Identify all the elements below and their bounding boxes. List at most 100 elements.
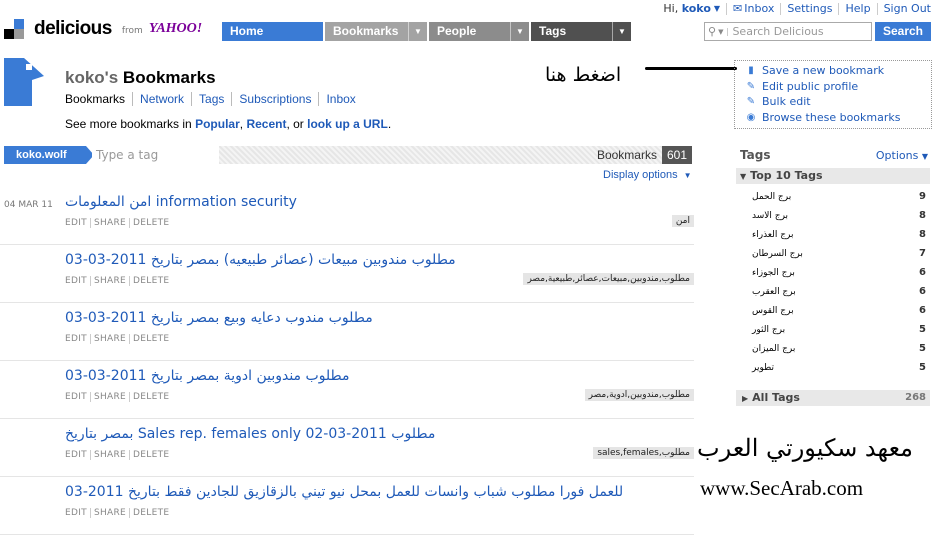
tag-count: 8 <box>919 229 926 240</box>
bookmark-tag[interactable]: مطلوب,sales,females <box>593 447 694 459</box>
nav-tab-tags[interactable]: Tags ▼ <box>531 22 631 41</box>
actions-box: ▮ Save a new bookmark ✎ Edit public prof… <box>734 60 932 129</box>
delete-link[interactable]: DELETE <box>129 276 173 286</box>
chevron-down-icon[interactable]: ▼ <box>408 22 427 41</box>
tag-count: 6 <box>919 267 926 278</box>
subnav-subscriptions[interactable]: Subscriptions <box>231 92 318 106</box>
share-link[interactable]: SHARE <box>89 508 130 518</box>
tag-row[interactable]: برج الجوزاء 6 <box>736 263 930 282</box>
tag-name[interactable]: برج الجوزاء <box>736 268 795 278</box>
tags-options-link[interactable]: Options ▼ <box>876 149 928 162</box>
subnav-network[interactable]: Network <box>132 92 191 106</box>
main-nav: Home Bookmarks ▼ People ▼ Tags ▼ <box>222 22 631 41</box>
edit-link[interactable]: EDIT <box>65 334 90 344</box>
bookmark-tag[interactable]: امن <box>671 215 694 227</box>
bookmark-title[interactable]: مطلوب مندوبين مبيعات (عصائر طبيعيه) بمصر… <box>65 252 456 268</box>
bookmark-count-value: 601 <box>661 146 692 164</box>
share-link[interactable]: SHARE <box>89 392 130 402</box>
nav-tab-bookmarks[interactable]: Bookmarks ▼ <box>325 22 427 41</box>
delete-link[interactable]: DELETE <box>129 508 173 518</box>
action-label: Bulk edit <box>762 95 811 109</box>
top-tags-label: Top 10 Tags <box>750 169 823 182</box>
tag-name[interactable]: برج القوس <box>736 306 794 316</box>
tag-row[interactable]: برج الحمل 9 <box>736 187 930 206</box>
tag-name[interactable]: برج الاسد <box>736 211 788 221</box>
delete-link[interactable]: DELETE <box>129 450 173 460</box>
subnav-bookmarks[interactable]: Bookmarks <box>65 92 132 106</box>
tag-name[interactable]: تطوير <box>736 363 774 373</box>
inbox-link[interactable]: Inbox <box>744 2 774 15</box>
tag-count: 5 <box>919 324 926 335</box>
greeting: Hi, <box>663 2 679 15</box>
signout-link[interactable]: Sign Out <box>884 2 931 15</box>
subnav-tags[interactable]: Tags <box>191 92 231 106</box>
logo[interactable]: delicious from YAHOO! <box>4 18 202 40</box>
tag-row[interactable]: برج الاسد 8 <box>736 206 930 225</box>
bookmark-title[interactable]: مطلوب Sales rep. females only 02-03-2011… <box>65 426 435 442</box>
bulk-edit-link[interactable]: ✎ Bulk edit <box>735 94 931 110</box>
tag-name[interactable]: برج الثور <box>736 325 785 335</box>
chevron-down-icon[interactable]: ▼ <box>612 22 631 41</box>
bookmark-title[interactable]: مطلوب مندوبين ادوية بمصر بتاريخ 2011-03-… <box>65 368 350 384</box>
chevron-down-icon: ▼ <box>921 152 928 161</box>
search-button[interactable]: Search <box>875 22 931 41</box>
all-tags-toggle[interactable]: ▶ All Tags 268 <box>736 390 930 406</box>
click-here-annotation: اضغط هنا <box>545 64 622 86</box>
delete-link[interactable]: DELETE <box>129 392 173 402</box>
tag-row[interactable]: برج القوس 6 <box>736 301 930 320</box>
edit-link[interactable]: EDIT <box>65 218 90 228</box>
share-link[interactable]: SHARE <box>89 450 130 460</box>
tag-row[interactable]: برج العقرب 6 <box>736 282 930 301</box>
edit-link[interactable]: EDIT <box>65 450 90 460</box>
tag-name[interactable]: برج العذراء <box>736 230 794 240</box>
save-bookmark-link[interactable]: ▮ Save a new bookmark <box>735 63 931 79</box>
nav-tab-people[interactable]: People ▼ <box>429 22 529 41</box>
lookup-url-link[interactable]: look up a URL <box>307 117 388 131</box>
delete-link[interactable]: DELETE <box>129 218 173 228</box>
share-link[interactable]: SHARE <box>89 276 130 286</box>
subnav-inbox[interactable]: Inbox <box>318 92 362 106</box>
display-options-link[interactable]: Display options ▼ <box>603 169 692 181</box>
tag-row[interactable]: برج الميزان 5 <box>736 339 930 358</box>
popular-link[interactable]: Popular <box>195 117 240 131</box>
chevron-down-icon[interactable]: ▼ <box>510 22 529 41</box>
tag-name[interactable]: برج العقرب <box>736 287 796 297</box>
tag-name[interactable]: برج السرطان <box>736 249 803 259</box>
share-link[interactable]: SHARE <box>89 218 130 228</box>
browse-bookmarks-link[interactable]: ◉ Browse these bookmarks <box>735 110 931 126</box>
chevron-down-icon[interactable]: ▼ <box>718 27 729 36</box>
tag-row[interactable]: برج السرطان 7 <box>736 244 930 263</box>
tag-count: 5 <box>919 362 926 373</box>
nav-tab-home[interactable]: Home <box>222 22 323 41</box>
settings-link[interactable]: Settings <box>787 2 832 15</box>
delete-link[interactable]: DELETE <box>129 334 173 344</box>
bookmark-tag[interactable]: مطلوب,مندوبين,ادوية,مصر <box>584 389 694 401</box>
chevron-down-icon[interactable]: ▼ <box>714 4 720 13</box>
tag-row[interactable]: برج الثور 5 <box>736 320 930 339</box>
search-input[interactable]: ⚲ ▼ Search Delicious <box>704 22 872 41</box>
help-link[interactable]: Help <box>845 2 870 15</box>
share-link[interactable]: SHARE <box>89 334 130 344</box>
bookmark-title[interactable]: مطلوب مندوب دعايه وبيع بمصر بتاريخ 2011-… <box>65 310 373 326</box>
bookmark-tag[interactable]: مطلوب,مندوبين,مبيعات,عصائر,طبيعية,مصر <box>523 273 694 285</box>
edit-link[interactable]: EDIT <box>65 276 90 286</box>
edit-profile-link[interactable]: ✎ Edit public profile <box>735 79 931 95</box>
tag-name[interactable]: برج الميزان <box>736 344 795 354</box>
username-menu[interactable]: koko <box>682 2 711 15</box>
bookmark-title[interactable]: للعمل فورا مطلوب شباب وانسات للعمل بمحل … <box>65 484 623 500</box>
tag-row[interactable]: تطوير 5 <box>736 358 930 377</box>
edit-link[interactable]: EDIT <box>65 508 90 518</box>
tag-filter-input[interactable]: Type a tag <box>92 146 216 164</box>
tag-name[interactable]: برج الحمل <box>736 192 791 202</box>
search-icon[interactable]: ⚲ <box>705 25 718 38</box>
user-filter-pill[interactable]: koko.wolf <box>4 146 94 164</box>
tag-row[interactable]: برج العذراء 8 <box>736 225 930 244</box>
edit-link[interactable]: EDIT <box>65 392 90 402</box>
annotation-pointer <box>645 67 737 70</box>
bookmark-icon: ▮ <box>748 65 754 77</box>
bookmark-title[interactable]: امن المعلومات information security <box>65 194 297 210</box>
mail-icon: ✉ <box>733 2 743 15</box>
page-title-user: koko's <box>65 68 119 87</box>
top-tags-toggle[interactable]: ▼ Top 10 Tags <box>736 168 930 184</box>
recent-link[interactable]: Recent <box>246 117 286 131</box>
